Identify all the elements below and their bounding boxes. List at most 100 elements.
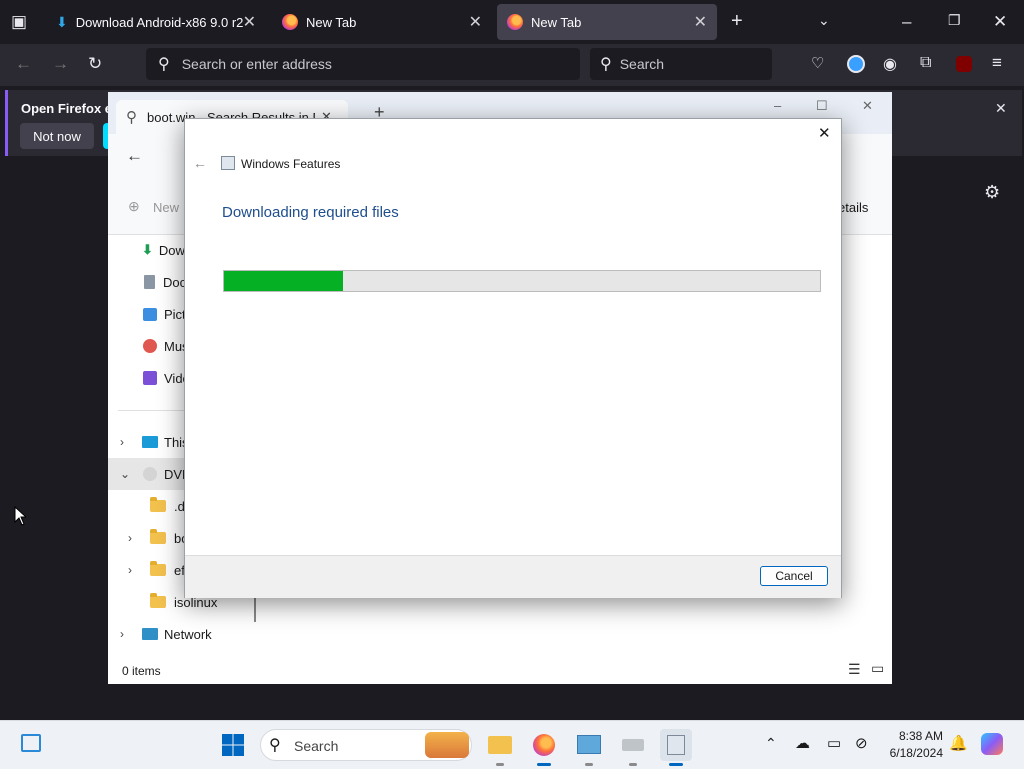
new-tab-plus-icon[interactable]: + [731,10,743,33]
nav-item-label: Pict [164,306,186,322]
chevron-down-icon[interactable]: ⌄ [120,467,130,481]
notification-bell-icon[interactable]: 🔔 [949,734,968,752]
taskbar-file-explorer[interactable] [484,729,516,766]
document-icon [144,275,155,289]
firefox-icon [282,14,298,30]
list-tabs-chevron-icon[interactable]: ⌄ [818,12,830,29]
search-icon: ⚲ [126,109,137,126]
back-arrow-icon[interactable]: ← [15,54,32,74]
windows-start-icon[interactable] [221,733,245,757]
restore-icon[interactable]: ❐ [948,12,961,29]
show-hidden-icons-chevron-icon[interactable]: ⌃ [765,735,777,752]
notification-text: Open Firefox ev [21,101,120,116]
music-icon [143,339,157,353]
close-tab-icon[interactable]: ✕ [469,12,482,32]
taskbar: ⚲ Search ⌃ ☁ ▭ ⊘ 8:38 AM 6/18/2024 🔔 [0,720,1024,769]
tab-title: Download Android-x86 9.0 r2 (6 [75,14,246,30]
search-icon: ⚲ [600,56,612,73]
mouse-cursor-icon [14,506,26,526]
search-bar[interactable]: ⚲ Search [590,48,772,80]
details-view-icon[interactable]: ☰ [848,661,861,678]
nav-item-label: Dow [158,242,185,258]
windows-features-icon [221,156,235,170]
new-plus-circle-icon[interactable]: ⊕ [128,198,140,215]
new-tab-settings-gear-icon[interactable]: ⚙ [984,182,1000,203]
maximize-icon[interactable]: ☐ [816,98,828,114]
search-icon: ⚲ [158,56,170,73]
notification-close-icon[interactable]: ✕ [995,100,1007,117]
browser-tab-newtab-2[interactable]: New Tab ✕ [497,4,717,40]
chevron-right-icon[interactable]: › [128,531,132,545]
chevron-right-icon[interactable]: › [128,563,132,577]
folder-icon [150,561,166,576]
clock-time[interactable]: 8:38 AM [883,729,943,743]
close-tab-icon[interactable]: ✕ [694,12,707,32]
account-icon[interactable]: ◉ [883,54,897,74]
download-arrow-icon: ⬇ [56,13,68,30]
pictures-icon [143,307,157,321]
minimize-icon[interactable]: – [774,98,781,113]
active-indicator [669,763,683,766]
running-indicator [496,763,504,766]
folder-icon [150,529,166,544]
back-arrow-icon[interactable]: ← [193,155,207,171]
clock-date[interactable]: 6/18/2024 [873,746,943,760]
close-tab-icon[interactable]: ✕ [243,12,256,32]
browser-tab-newtab-1[interactable]: New Tab ✕ [272,4,492,40]
cancel-button[interactable]: Cancel [760,566,828,586]
item-count-status: 0 items [122,664,161,678]
dialog-close-icon[interactable]: ✕ [818,124,831,142]
running-indicator [585,763,593,766]
progress-fill [224,271,343,291]
browser-toolbar: ← → ↻ ⚲ Search or enter address ⚲ Search… [0,44,1024,86]
tab-title: New Tab [531,14,582,30]
details-button-label[interactable]: etails [838,200,868,215]
tab-overview-icon[interactable]: ▣ [11,12,27,32]
new-button-label[interactable]: New [153,200,179,215]
nav-scrollbar[interactable] [254,594,256,622]
window-close-icon[interactable]: ✕ [993,12,1007,32]
browser-tab-strip: ▣ ⬇ Download Android-x86 9.0 r2 (6 ✕ New… [0,0,1024,44]
dvd-drive-icon [143,467,157,481]
address-bar[interactable]: ⚲ Search or enter address [146,48,580,80]
copilot-icon[interactable] [981,733,1003,755]
chevron-right-icon[interactable]: › [120,627,124,641]
dialog-title: Windows Features [241,157,341,171]
firefox-icon [533,734,555,756]
back-arrow-icon[interactable]: ← [126,146,143,166]
search-placeholder: Search [619,56,665,72]
chevron-right-icon[interactable]: › [120,435,124,449]
explorer-status-bar: 0 items ☰ ▭ [108,658,892,684]
nav-item-label: Doc [163,274,187,290]
vpn-extension-icon[interactable] [847,55,865,73]
reload-icon[interactable]: ↻ [88,54,102,74]
download-progress-bar [223,270,821,292]
search-highlight-image-icon [425,732,469,758]
pocket-icon[interactable]: ♡ [811,54,824,72]
taskbar-control-panel[interactable] [573,729,605,766]
display-icon[interactable]: ▭ [827,734,841,752]
tiles-view-icon[interactable]: ▭ [871,660,884,677]
forward-arrow-icon[interactable]: → [52,54,69,74]
extensions-icon[interactable]: ⧉ [920,54,931,72]
active-indicator [537,763,551,766]
browser-tab-download[interactable]: ⬇ Download Android-x86 9.0 r2 (6 ✕ [46,4,266,40]
taskbar-search-box[interactable]: ⚲ Search [260,729,472,761]
widgets-icon[interactable] [21,734,41,752]
running-indicator [629,763,637,766]
nav-item-label: Network [164,626,212,642]
network-status-icon[interactable]: ⊘ [855,734,868,752]
taskbar-drive-app[interactable] [617,729,649,766]
minimize-icon[interactable]: – [902,12,911,32]
window-close-icon[interactable]: ✕ [862,98,873,114]
network-icon [142,628,158,640]
ublock-origin-icon[interactable] [956,56,972,72]
taskbar-windows-features[interactable] [660,729,692,766]
dialog-footer [185,555,841,598]
taskbar-firefox[interactable] [528,729,560,766]
onedrive-cloud-icon[interactable]: ☁ [795,734,810,752]
this-pc-icon [142,436,158,448]
not-now-button[interactable]: Not now [20,123,94,149]
menu-hamburger-icon[interactable]: ≡ [992,53,1002,73]
nav-item-network[interactable]: › Network [108,618,268,650]
